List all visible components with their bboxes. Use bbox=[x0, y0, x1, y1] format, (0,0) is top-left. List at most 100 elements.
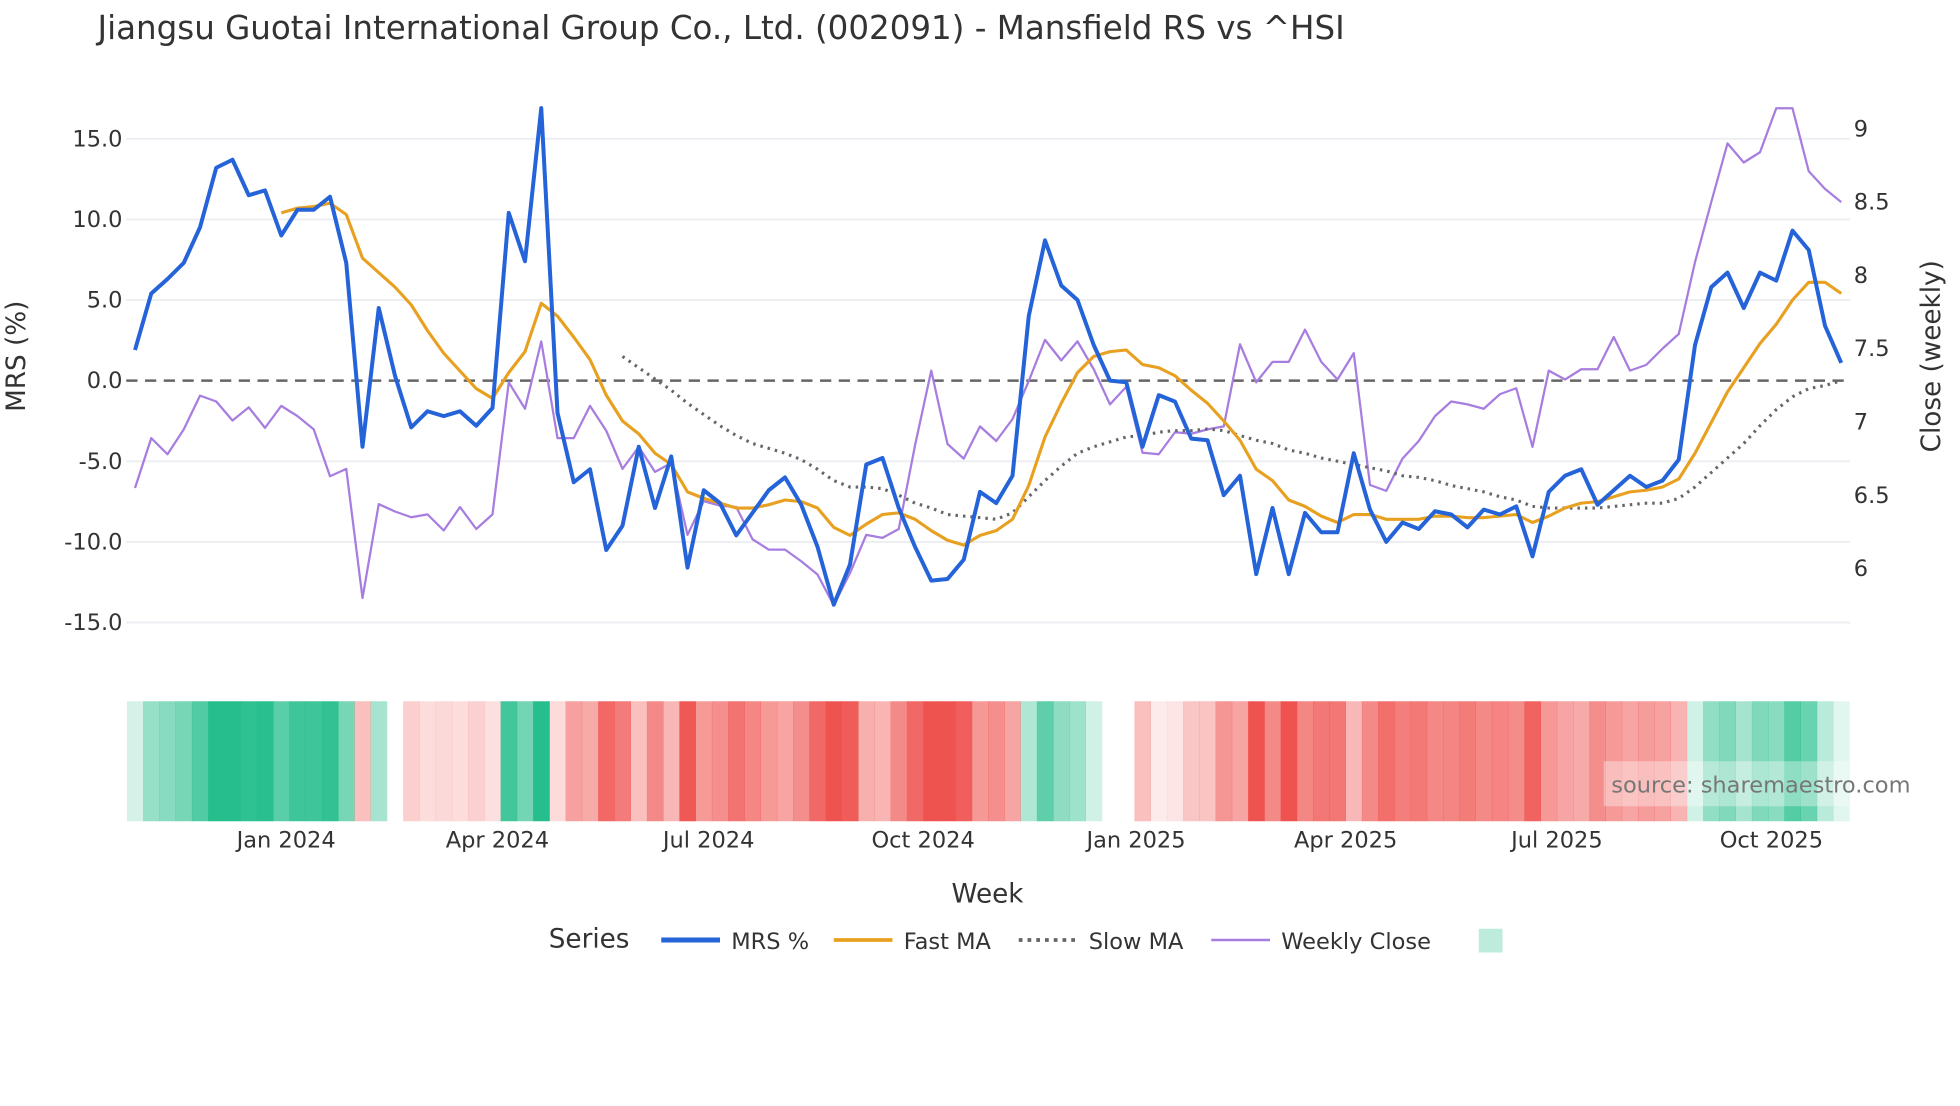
heatmap-cell bbox=[240, 701, 258, 822]
legend-item-fast-ma[interactable]: Fast MA bbox=[833, 929, 992, 955]
heatmap-cell bbox=[273, 701, 290, 822]
heatmap-cell bbox=[1248, 701, 1265, 822]
heatmap-cell bbox=[955, 701, 973, 822]
legend-label-weekly-close: Weekly Close bbox=[1281, 929, 1431, 955]
heatmap-cell bbox=[1036, 701, 1054, 822]
chart-title: Jiangsu Guotai International Group Co., … bbox=[96, 9, 1345, 47]
x-tick-label: Jan 2025 bbox=[1084, 828, 1185, 854]
legend-label-slow-ma: Slow MA bbox=[1089, 929, 1184, 955]
heatmap-cell bbox=[1280, 701, 1298, 822]
x-axis: Jan 2024 Apr 2024 Jul 2024 Oct 2024 Jan 2025… bbox=[235, 828, 1823, 854]
heatmap-cell bbox=[1199, 701, 1216, 822]
heatmap-cell bbox=[646, 701, 664, 822]
legend-item-slow-ma[interactable]: Slow MA bbox=[1018, 929, 1184, 955]
heatmap-cell bbox=[614, 701, 631, 822]
heatmap-cell bbox=[1101, 701, 1119, 822]
heatmap-cell bbox=[1426, 701, 1444, 822]
heatmap-cell bbox=[663, 701, 680, 822]
legend-label-fast-ma: Fast MA bbox=[904, 929, 992, 955]
legend-swatch-heatmap[interactable] bbox=[1478, 928, 1503, 953]
heatmap-cell bbox=[923, 701, 940, 822]
heatmap-cell bbox=[1410, 701, 1428, 822]
heatmap-cell bbox=[890, 701, 908, 822]
heatmap-cell bbox=[386, 701, 404, 822]
source-label: source: sharemaestro.com bbox=[1611, 773, 1910, 799]
heatmap-cell bbox=[1329, 701, 1346, 822]
y-tick-label: -10.0 bbox=[64, 529, 122, 555]
heatmap-cell bbox=[533, 701, 550, 822]
heatmap-cell bbox=[1508, 701, 1525, 822]
heatmap-cell bbox=[760, 701, 778, 822]
legend-title: Series bbox=[549, 925, 630, 955]
y2-tick-label: 6 bbox=[1854, 556, 1868, 582]
heatmap-cell bbox=[971, 701, 989, 822]
heatmap-cell bbox=[126, 701, 144, 822]
legend-item-weekly-close[interactable]: Weekly Close bbox=[1211, 929, 1431, 955]
heatmap-cell bbox=[1264, 701, 1281, 822]
heatmap-cell bbox=[1345, 701, 1363, 822]
heatmap-cell bbox=[630, 701, 648, 822]
heatmap-cell bbox=[1183, 701, 1200, 822]
heatmap-cell bbox=[776, 701, 794, 822]
heatmap-cell bbox=[549, 701, 566, 822]
heatmap-cell bbox=[338, 701, 355, 822]
y2-tick-label: 8.5 bbox=[1854, 190, 1890, 216]
heatmap-cell bbox=[435, 701, 453, 822]
source-watermark: source: sharemaestro.com bbox=[1603, 761, 1911, 807]
heatmap-cell bbox=[1085, 701, 1103, 822]
heatmap-cell bbox=[728, 701, 745, 822]
heatmap-cell bbox=[175, 701, 193, 822]
heatmap-cell bbox=[159, 701, 176, 822]
heatmap-cell bbox=[906, 701, 924, 822]
heatmap-cell bbox=[874, 701, 891, 822]
heatmap-cell bbox=[581, 701, 599, 822]
x-tick-label: Jul 2025 bbox=[1509, 828, 1603, 854]
heatmap-cell bbox=[1378, 701, 1395, 822]
legend: Series MRS % Fast MA Slow MA Weekly Clos… bbox=[549, 925, 1503, 955]
y2-tick-label: 6.5 bbox=[1854, 483, 1890, 509]
x-tick-label: Jul 2024 bbox=[661, 828, 755, 854]
x-tick-label: Apr 2025 bbox=[1294, 828, 1397, 854]
y2-tick-label: 7.5 bbox=[1854, 336, 1890, 362]
heatmap-cell bbox=[598, 701, 615, 822]
heatmap-cell bbox=[305, 701, 323, 822]
y2-tick-label: 9 bbox=[1854, 116, 1868, 142]
heatmap-cell bbox=[793, 701, 810, 822]
heatmap-cell bbox=[858, 701, 875, 822]
heatmap-cell bbox=[679, 701, 696, 822]
heatmap-cell bbox=[744, 701, 761, 822]
heatmap-cell bbox=[419, 701, 436, 822]
x-tick-label: Apr 2024 bbox=[446, 828, 549, 854]
heatmap-cell bbox=[1150, 701, 1168, 822]
heatmap-cell bbox=[1020, 701, 1038, 822]
heatmap-cell bbox=[1296, 701, 1314, 822]
heatmap-cell bbox=[1166, 701, 1184, 822]
heatmap-cell bbox=[468, 701, 485, 822]
heatmap-cell bbox=[1231, 701, 1249, 822]
heatmap-cell bbox=[1589, 701, 1606, 822]
heatmap-cell bbox=[354, 701, 371, 822]
heatmap-cell bbox=[321, 701, 339, 822]
heatmap-cell bbox=[143, 701, 160, 822]
y-tick-label: 15.0 bbox=[72, 126, 122, 152]
legend-item-mrs[interactable]: MRS % bbox=[661, 929, 809, 955]
mrs-heatmap-band bbox=[126, 701, 1850, 822]
heatmap-cell bbox=[370, 701, 388, 822]
heatmap-cell bbox=[500, 701, 518, 822]
y2-tick-label: 8 bbox=[1854, 263, 1868, 289]
mrs-chart: Jiangsu Guotai International Group Co., … bbox=[2, 9, 1947, 955]
x-tick-label: Oct 2025 bbox=[1720, 828, 1823, 854]
heatmap-cell bbox=[208, 701, 225, 822]
heatmap-cell bbox=[939, 701, 956, 822]
heatmap-cell bbox=[711, 701, 729, 822]
heatmap-cell bbox=[1524, 701, 1541, 822]
mrs-line bbox=[133, 106, 1844, 607]
heatmap-cell bbox=[988, 701, 1005, 822]
heatmap-cell bbox=[1475, 701, 1493, 822]
heatmap-cell bbox=[224, 701, 241, 822]
heatmap-cell bbox=[516, 701, 534, 822]
heatmap-cell bbox=[1540, 701, 1558, 822]
y-axis-right: 9 8.5 8 7.5 7 6.5 6 bbox=[1854, 116, 1890, 582]
heatmap-cell bbox=[1491, 701, 1509, 822]
heatmap-cell bbox=[841, 701, 859, 822]
